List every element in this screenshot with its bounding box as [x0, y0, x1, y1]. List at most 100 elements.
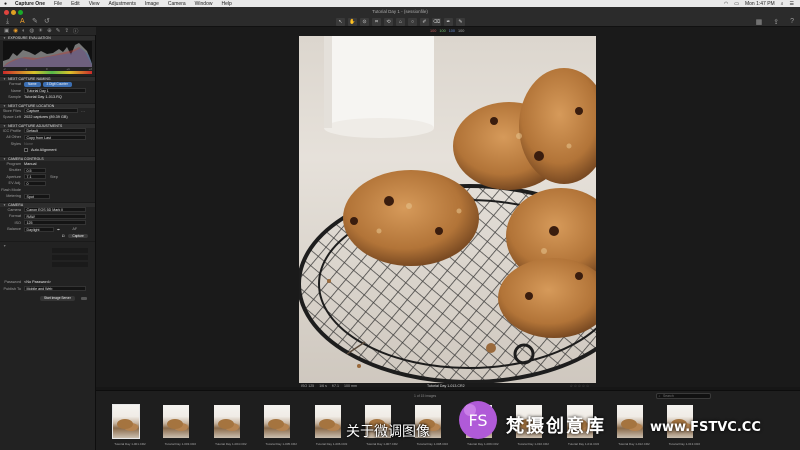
exposure-tab-icon[interactable]: ☀ — [38, 28, 43, 34]
view-grid-icon[interactable]: ▦ — [756, 18, 763, 26]
filmstrip-thumbnail[interactable]: Tutorial Day 1-003.CR2 — [158, 403, 202, 449]
iso-select[interactable]: 125 — [24, 220, 86, 226]
lens-tab-icon[interactable]: ◐ — [22, 28, 25, 34]
capture-tab-icon[interactable]: ◉ — [13, 28, 18, 34]
local-adjust-tab-icon[interactable]: ✎ — [56, 28, 61, 34]
shutter-meta: 1/6 s — [319, 384, 327, 388]
color-picker-icon[interactable]: ✒ — [444, 18, 453, 26]
reset-icon[interactable]: ↺ — [44, 18, 50, 25]
icc-profile-label: ICC Profile — [2, 128, 21, 133]
capture-icon[interactable]: A — [20, 18, 25, 25]
capture-row: ◘ Capture — [0, 233, 95, 240]
crop-tool-icon[interactable]: ⌗ — [372, 18, 381, 26]
store-files-label: Store Files — [2, 108, 21, 113]
annotate-icon[interactable]: ✎ — [456, 18, 465, 26]
capture-button[interactable]: Capture — [68, 233, 88, 238]
image-server-row: Start Image Server — [0, 295, 95, 302]
camera-select[interactable]: Canon EOS 5D Mark II — [24, 207, 86, 213]
library-tab-icon[interactable]: ▣ — [4, 28, 9, 34]
erase-mask-icon[interactable]: ⌫ — [432, 18, 441, 26]
metadata-tab-icon[interactable]: ⓘ — [73, 27, 79, 35]
pan-tool-icon[interactable]: ✋ — [348, 18, 357, 26]
thumbnail-image — [112, 404, 140, 439]
exposure-evaluation-header[interactable]: ▼ EXPOSURE EVALUATION — [0, 35, 95, 40]
slider-track[interactable] — [52, 262, 88, 267]
name-field[interactable]: Tutorial Day 1 — [24, 88, 86, 94]
apple-icon[interactable]: ● — [4, 1, 9, 7]
rotate-tool-icon[interactable]: ⟲ — [384, 18, 393, 26]
loupe-tool-icon[interactable]: ⊙ — [360, 18, 369, 26]
color-tab-icon[interactable]: ◍ — [29, 28, 34, 34]
help-icon[interactable]: ? — [790, 18, 794, 26]
select-tool-icon[interactable]: ↖ — [336, 18, 345, 26]
menu-camera[interactable]: Camera — [168, 1, 186, 7]
balance-select[interactable]: Daylight — [24, 226, 54, 232]
menu-window[interactable]: Window — [195, 1, 213, 7]
menu-app-name[interactable]: Capture One — [15, 1, 45, 7]
details-tab-icon[interactable]: ⊕ — [47, 28, 52, 34]
filmstrip-thumbnail[interactable]: Tutorial Day 1-001.CR2 — [108, 403, 152, 449]
thumbnail-caption: Tutorial Day 1-009.CR2 — [467, 442, 499, 446]
format-token-name[interactable]: Name — [24, 82, 41, 87]
password-field[interactable]: <No Password> — [24, 280, 51, 284]
slider-track[interactable] — [52, 255, 88, 260]
notification-icon[interactable]: ☰ — [790, 1, 794, 7]
auto-alignment-checkbox[interactable] — [24, 148, 28, 153]
cookies-photo — [299, 36, 596, 383]
right-toolbar: ▦ ⇪ ? — [756, 18, 794, 26]
name-label: Name — [10, 88, 21, 93]
publish-to-label: Publish To — [3, 286, 21, 291]
collapse-arrow-icon[interactable]: ▼ — [3, 244, 6, 248]
spotlight-icon[interactable]: ⌕ — [781, 1, 784, 7]
capture-meta: ISO 125 1/6 s f/7.1 100 mm — [299, 384, 357, 388]
browser-search-input[interactable]: ⌕ Search — [656, 393, 711, 399]
readout-g: 100 — [439, 29, 446, 33]
thumbnail-image — [163, 405, 190, 438]
styles-label: Styles — [10, 141, 21, 146]
format-token-counter[interactable]: 3 Digit Counter — [42, 82, 72, 87]
store-files-select[interactable]: Capture — [24, 108, 78, 114]
thumbnail-caption: Tutorial Day 1-005.CR2 — [265, 442, 297, 446]
output-tab-icon[interactable]: ⇪ — [64, 28, 69, 34]
wifi-icon[interactable]: ◠ — [724, 1, 728, 7]
slider-track[interactable] — [52, 248, 88, 253]
star-rating[interactable]: ☆☆☆☆☆ — [570, 384, 590, 388]
collapse-arrow-icon: ▼ — [3, 36, 7, 40]
export-icon[interactable]: ⇪ — [773, 18, 779, 26]
menu-help[interactable]: Help — [221, 1, 231, 7]
sample-row: Sample Tutorial Day 1-013.RQ — [0, 94, 95, 101]
adjust-brush-icon[interactable]: ✎ — [32, 18, 38, 25]
menu-adjustments[interactable]: Adjustments — [108, 1, 136, 7]
draw-mask-icon[interactable]: ✐ — [420, 18, 429, 26]
sample-label: Sample — [8, 95, 21, 100]
metering-select[interactable]: Spot — [24, 193, 50, 199]
title-toolbar: Tutorial Day 1 - (sessionfile) ⤓ A ✎ ↺ ↖… — [0, 7, 800, 27]
ev-adj-stepper[interactable]: 0 — [24, 180, 46, 186]
icc-profile-select[interactable]: Default — [24, 128, 86, 134]
keystone-tool-icon[interactable]: ⌂ — [396, 18, 405, 26]
aperture-stepper[interactable]: 7.1 — [24, 174, 46, 180]
filmstrip-thumbnail[interactable]: Tutorial Day 1-004.CR2 — [209, 403, 253, 449]
eyedropper-icon[interactable]: ✒ — [57, 227, 60, 232]
password-label: Password — [4, 280, 21, 285]
server-toggle[interactable] — [80, 296, 87, 300]
menu-file[interactable]: File — [54, 1, 62, 7]
camera-format-select[interactable]: RAW — [24, 213, 86, 219]
battery-icon[interactable]: ▭ — [734, 1, 739, 7]
start-image-server-button[interactable]: Start Image Server — [40, 296, 75, 301]
more-icon[interactable]: … — [81, 108, 85, 113]
menu-view[interactable]: View — [89, 1, 100, 7]
publish-to-select[interactable]: Mobile and Web — [24, 286, 86, 292]
main-photo[interactable] — [299, 36, 596, 383]
menubar-clock[interactable]: Mon 1:47 PM — [745, 1, 775, 7]
menu-edit[interactable]: Edit — [71, 1, 80, 7]
focal-meta: 100 mm — [343, 384, 357, 388]
import-icon[interactable]: ⤓ — [6, 18, 9, 25]
spot-tool-icon[interactable]: ○ — [408, 18, 417, 26]
styles-select[interactable]: None — [24, 142, 33, 146]
menu-image[interactable]: Image — [145, 1, 159, 7]
filmstrip-thumbnail[interactable]: Tutorial Day 1-005.CR2 — [259, 403, 303, 449]
shutter-stepper[interactable]: 0.5 — [24, 167, 46, 173]
camera-icon[interactable]: ◘ — [62, 233, 64, 238]
all-other-select[interactable]: Copy from Last — [24, 134, 86, 140]
